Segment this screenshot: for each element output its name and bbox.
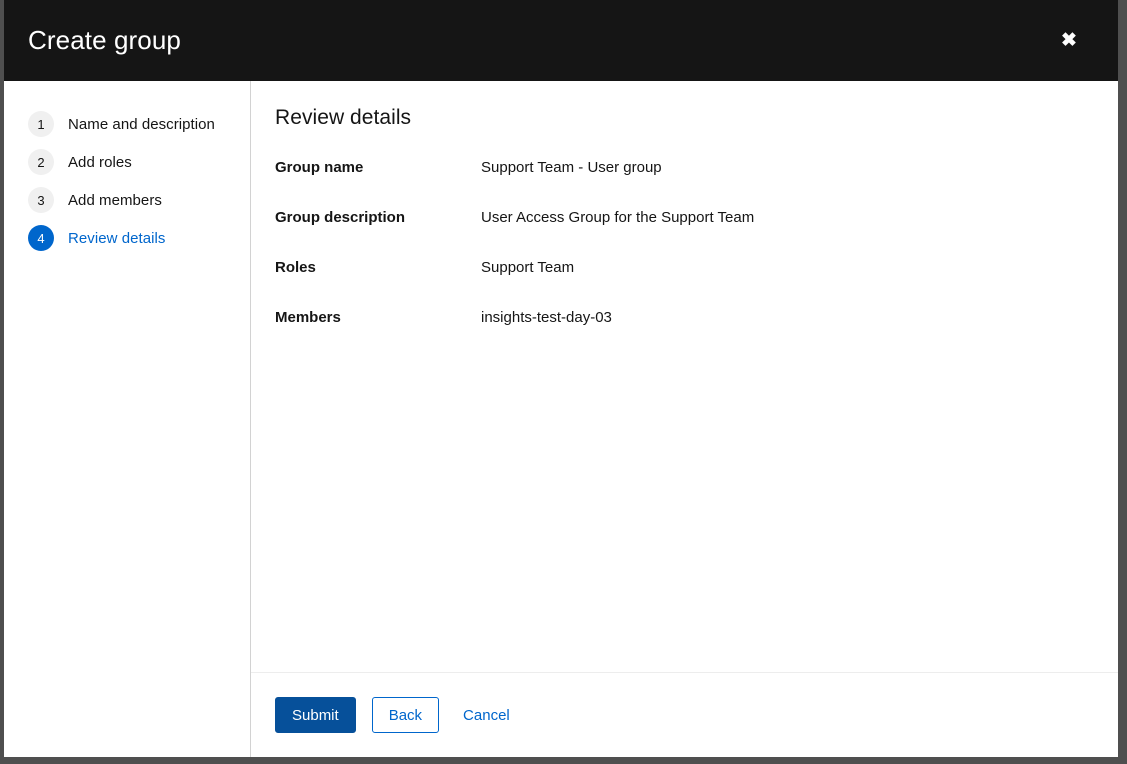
close-icon[interactable]: ✖: [1056, 28, 1082, 54]
sidebar-item-label: Add members: [68, 191, 162, 209]
step-number: 1: [28, 111, 54, 137]
review-term-roles: Roles: [275, 259, 316, 276]
review-details-list: Group name Support Team - User group Gro…: [275, 157, 1094, 328]
modal-header: Create group ✖: [4, 0, 1118, 81]
review-term-group-name: Group name: [275, 159, 364, 176]
step-number: 3: [28, 187, 54, 213]
wizard-main-panel: Review details Group name Support Team -…: [251, 81, 1118, 757]
review-value-roles: Support Team: [481, 259, 575, 276]
sidebar-item-label: Review details: [68, 229, 166, 247]
background-bottom-rail: [0, 757, 1127, 764]
review-term-members: Members: [275, 309, 341, 326]
modal-body: 1 Name and description 2 Add roles 3 Add…: [4, 81, 1118, 757]
modal-footer: Submit Back Cancel: [251, 672, 1118, 757]
background-right-rail: [1118, 0, 1127, 757]
create-group-modal: Create group ✖ 1 Name and description 2 …: [4, 0, 1118, 757]
sidebar-item-label: Add roles: [68, 153, 132, 171]
review-details-content: Review details Group name Support Team -…: [251, 81, 1118, 672]
submit-button[interactable]: Submit: [275, 697, 356, 733]
review-term-group-description: Group description: [275, 209, 406, 226]
sidebar-item-add-members[interactable]: 3 Add members: [4, 181, 250, 219]
sidebar-item-name-and-description[interactable]: 1 Name and description: [4, 105, 250, 143]
step-number: 2: [28, 149, 54, 175]
review-value-members: insights-test-day-03: [481, 309, 612, 326]
sidebar-item-review-details[interactable]: 4 Review details: [4, 219, 250, 257]
back-button[interactable]: Back: [371, 697, 440, 733]
page-title: Create group: [28, 25, 181, 55]
sidebar-item-label: Name and description: [68, 115, 215, 133]
cancel-button[interactable]: Cancel: [455, 697, 518, 733]
review-value-group-description: User Access Group for the Support Team: [481, 209, 755, 226]
content-title: Review details: [275, 106, 412, 129]
wizard-step-nav: 1 Name and description 2 Add roles 3 Add…: [4, 81, 251, 757]
sidebar-item-add-roles[interactable]: 2 Add roles: [4, 143, 250, 181]
step-number: 4: [28, 225, 54, 251]
review-value-group-name: Support Team - User group: [481, 159, 662, 176]
